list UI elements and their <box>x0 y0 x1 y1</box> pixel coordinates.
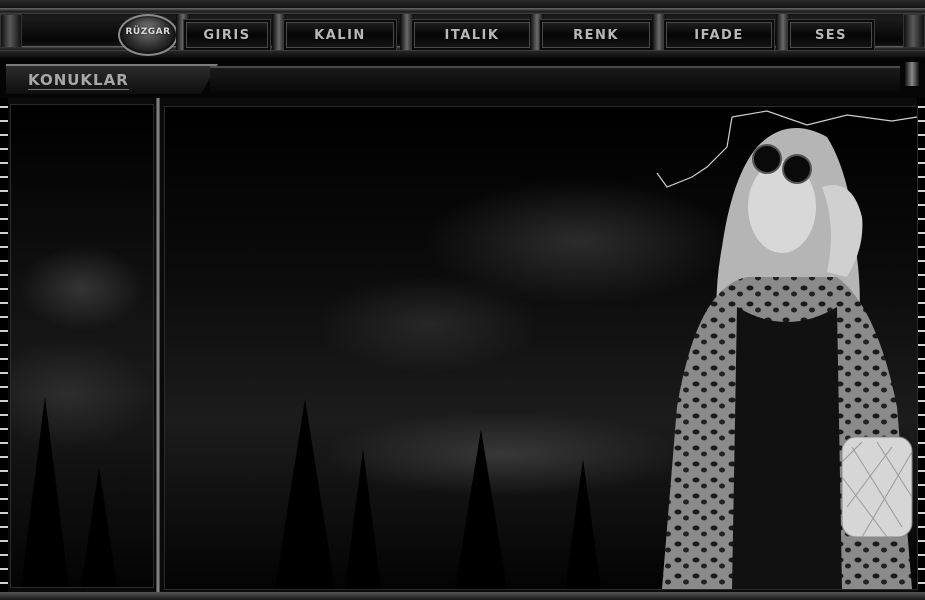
woman-figure-image <box>656 110 917 589</box>
tree-silhouette <box>345 449 381 589</box>
tree-silhouette <box>565 459 601 589</box>
nav-separator <box>776 14 790 50</box>
nav-button-label: RENK <box>573 27 619 43</box>
title-strip: KONUKLAR <box>0 58 925 98</box>
logo-text: RÜZGAR <box>125 27 171 37</box>
sunglasses-lens <box>752 144 782 174</box>
right-striped-rail <box>917 98 925 592</box>
nav-separator <box>400 14 414 50</box>
bottom-chrome-bar <box>0 592 925 600</box>
tree-silhouette <box>21 397 69 587</box>
title-strip-knob <box>905 62 919 86</box>
nav-button-ses[interactable]: SES <box>790 22 872 48</box>
guest-list-panel[interactable] <box>10 104 154 588</box>
tree-silhouette <box>455 429 507 589</box>
nav-button-renk[interactable]: RENK <box>542 22 650 48</box>
right-end-cap <box>903 14 925 48</box>
title-strip-line <box>210 66 900 92</box>
logo-badge[interactable]: RÜZGAR <box>118 14 178 56</box>
panel-divider <box>156 98 160 592</box>
main-content-panel[interactable] <box>164 106 918 590</box>
nav-button-label: KALIN <box>314 27 366 43</box>
nav-button-ifade[interactable]: IFADE <box>666 22 772 48</box>
tree-silhouette <box>81 467 117 587</box>
nav-button-label: IFADE <box>694 27 744 43</box>
nav-button-kalin[interactable]: KALIN <box>286 22 394 48</box>
nav-button-label: SES <box>814 27 848 43</box>
nav-separator <box>272 14 286 50</box>
nav-button-italik[interactable]: ITALIK <box>414 22 530 48</box>
top-nav-bar: RÜZGAR GIRIS KALIN ITALIK RENK IFADE SES <box>0 0 925 59</box>
left-end-cap <box>0 14 22 48</box>
nav-separator <box>652 14 666 50</box>
inner-top <box>732 307 842 589</box>
left-striped-rail <box>0 98 8 592</box>
nav-button-label: GIRIS <box>203 27 251 43</box>
lightning-bolt <box>656 116 733 188</box>
sunglasses-lens <box>782 154 812 184</box>
lightning-bolt <box>731 110 917 126</box>
nav-button-label: ITALIK <box>444 27 500 43</box>
panel-title-tab: KONUKLAR <box>6 64 218 94</box>
nav-button-giris[interactable]: GIRIS <box>186 22 268 48</box>
tree-silhouette <box>275 399 335 589</box>
panel-title: KONUKLAR <box>28 71 129 90</box>
